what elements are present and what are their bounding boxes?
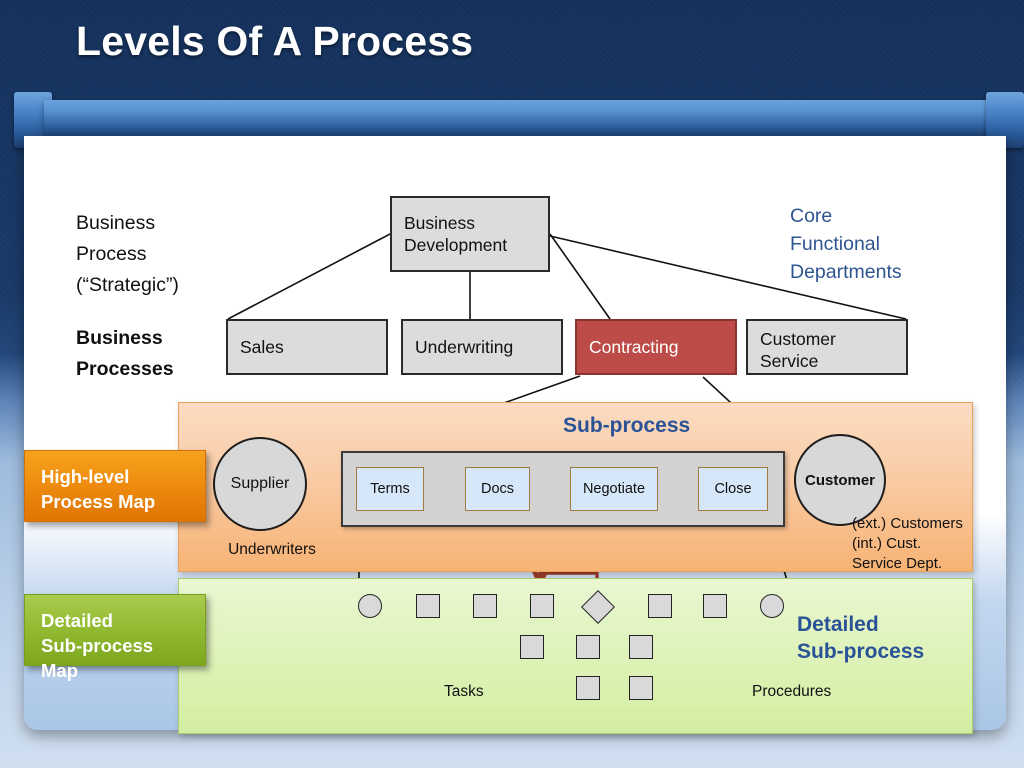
dept-box-contracting[interactable]: Contracting: [575, 319, 737, 375]
callout-detailed-subprocess-map[interactable]: Detailed Sub-process Map: [24, 594, 206, 681]
callout-detailed-line-1: Detailed: [41, 610, 113, 631]
subprocess-step-terms[interactable]: Terms: [356, 467, 424, 511]
core-departments-line-3: Departments: [790, 261, 902, 283]
flow-task-6: [520, 635, 544, 659]
dept-box-sales[interactable]: Sales: [226, 319, 388, 375]
dept-customer-service-line-1: Customer: [760, 329, 836, 349]
flow-task-8: [629, 635, 653, 659]
supplier-note: Underwriters: [228, 541, 316, 558]
core-departments-line-2: Functional: [790, 233, 880, 255]
callout-high-line-1: High-level: [41, 466, 130, 487]
procedures-label: Procedures: [752, 683, 832, 700]
subprocess-step-docs[interactable]: Docs: [465, 467, 530, 511]
subprocess-step-negotiate[interactable]: Negotiate: [570, 467, 658, 511]
flow-task-1: [416, 594, 440, 618]
core-departments-label: Core Functional Departments: [790, 202, 970, 286]
dept-contracting-label: Contracting: [589, 337, 679, 357]
left-text-line-3: (“Strategic”): [76, 274, 179, 296]
callout-detailed-line-2: Sub-process Map: [41, 635, 154, 681]
core-departments-line-1: Core: [790, 205, 833, 227]
slide-title: Levels Of A Process: [76, 18, 474, 64]
tasks-label: Tasks: [444, 683, 484, 700]
flow-task-3: [530, 594, 554, 618]
subprocess-step-close[interactable]: Close: [698, 467, 768, 511]
flow-task-9: [576, 676, 600, 700]
dept-business-development-line-1: Business: [404, 213, 476, 233]
dept-underwriting-label: Underwriting: [415, 337, 514, 357]
flow-end-node: [760, 594, 784, 618]
detailed-heading-line-1: Detailed: [797, 613, 879, 636]
customer-node[interactable]: Customer: [794, 434, 886, 526]
flow-task-2: [473, 594, 497, 618]
left-text-line-2: Process: [76, 243, 147, 265]
flow-start-node: [358, 594, 382, 618]
customer-note-line-3: Service Dept.: [852, 555, 943, 572]
customer-note: (ext.) Customers (int.) Cust. Service De…: [852, 514, 1002, 574]
banner-bar: [44, 100, 992, 140]
flow-task-10: [629, 676, 653, 700]
dept-sales-label: Sales: [240, 337, 284, 357]
slide: Levels Of A Process Business Process (“S…: [0, 0, 1024, 768]
detailed-subprocess-heading: Detailed Sub-process: [797, 611, 924, 665]
callout-high-line-2: Process Map: [41, 491, 156, 512]
flow-task-5: [703, 594, 727, 618]
flow-task-7: [576, 635, 600, 659]
supplier-label: Supplier: [230, 475, 290, 492]
dept-box-customer-service[interactable]: Customer Service: [746, 319, 908, 375]
subprocess-heading: Sub-process: [563, 414, 691, 437]
dept-box-underwriting[interactable]: Underwriting: [401, 319, 563, 375]
left-text-line-1: Business: [76, 212, 156, 234]
dept-customer-service-line-2: Service: [760, 351, 819, 371]
detailed-heading-line-2: Sub-process: [797, 640, 925, 663]
customer-note-line-2: (int.) Cust.: [852, 535, 922, 552]
customer-note-line-1: (ext.) Customers: [852, 515, 963, 532]
supplier-node[interactable]: Supplier: [213, 437, 307, 531]
callout-high-level-process-map[interactable]: High-level Process Map: [24, 450, 206, 522]
flow-task-4: [648, 594, 672, 618]
dept-box-business-development[interactable]: Business Development: [390, 196, 550, 272]
customer-label: Customer: [804, 471, 875, 489]
dept-business-development-line-2: Development: [404, 235, 508, 255]
